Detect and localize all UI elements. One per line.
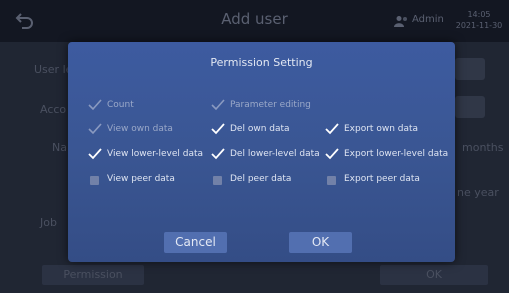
perm-export-own-data[interactable]: Export own data bbox=[325, 121, 418, 137]
perm-label: Export peer data bbox=[344, 174, 420, 184]
perm-del-own-data[interactable]: Del own data bbox=[211, 121, 290, 137]
check-icon bbox=[211, 98, 225, 112]
perm-export-lower-level-data[interactable]: Export lower-level data bbox=[325, 146, 448, 162]
user-icon bbox=[394, 16, 407, 27]
perm-label: Del lower-level data bbox=[230, 149, 320, 159]
months-option[interactable]: months bbox=[462, 141, 503, 154]
checkbox-unchecked-icon bbox=[90, 175, 99, 185]
job-label: Job bbox=[40, 216, 57, 229]
perm-view-lower-level-data[interactable]: View lower-level data bbox=[88, 146, 203, 162]
clock: 14:05 2021-11-30 bbox=[452, 9, 506, 31]
perm-label: Del own data bbox=[230, 124, 290, 134]
ok-button-background[interactable]: OK bbox=[380, 265, 488, 285]
perm-label: View lower-level data bbox=[107, 149, 204, 159]
perm-del-lower-level-data[interactable]: Del lower-level data bbox=[211, 146, 320, 162]
permission-button[interactable]: Permission bbox=[42, 265, 144, 285]
perm-view-own-data[interactable]: View own data bbox=[88, 121, 173, 137]
check-icon bbox=[325, 147, 339, 161]
check-icon bbox=[88, 122, 102, 136]
dialog-title: Permission Setting bbox=[210, 56, 313, 69]
perm-label: View own data bbox=[107, 124, 173, 134]
user-level-label: User le bbox=[34, 63, 73, 76]
account-label: Acco bbox=[40, 103, 67, 116]
one-year-option[interactable]: ne year bbox=[457, 186, 499, 199]
clock-date: 2021-11-30 bbox=[455, 21, 503, 30]
ok-button[interactable]: OK bbox=[289, 232, 352, 253]
perm-del-peer-data[interactable]: Del peer data bbox=[211, 171, 291, 187]
top-bar: Add user Admin 14:05 2021-11-30 bbox=[0, 0, 509, 42]
perm-label: Export lower-level data bbox=[344, 149, 449, 159]
clock-time: 14:05 bbox=[467, 10, 491, 19]
perm-count[interactable]: Count bbox=[88, 97, 134, 113]
checkbox-unchecked-icon bbox=[213, 175, 222, 185]
perm-parameter-editing[interactable]: Parameter editing bbox=[211, 97, 311, 113]
check-icon bbox=[88, 147, 102, 161]
user-level-field[interactable] bbox=[455, 58, 485, 80]
check-icon bbox=[211, 122, 225, 136]
name-label: Na bbox=[52, 141, 67, 154]
perm-label: Del peer data bbox=[230, 174, 292, 184]
perm-label: Export own data bbox=[344, 124, 419, 134]
permission-dialog: Permission Setting Count Parameter editi… bbox=[68, 42, 455, 262]
current-user: Admin bbox=[412, 14, 444, 25]
checkbox-unchecked-icon bbox=[327, 175, 336, 185]
account-field[interactable] bbox=[455, 96, 485, 118]
perm-export-peer-data[interactable]: Export peer data bbox=[325, 171, 420, 187]
perm-label: View peer data bbox=[107, 174, 175, 184]
perm-view-peer-data[interactable]: View peer data bbox=[88, 171, 175, 187]
perm-label: Count bbox=[107, 100, 134, 110]
cancel-button[interactable]: Cancel bbox=[164, 232, 227, 253]
check-icon bbox=[211, 147, 225, 161]
check-icon bbox=[325, 122, 339, 136]
perm-label: Parameter editing bbox=[230, 100, 311, 110]
check-icon bbox=[88, 98, 102, 112]
